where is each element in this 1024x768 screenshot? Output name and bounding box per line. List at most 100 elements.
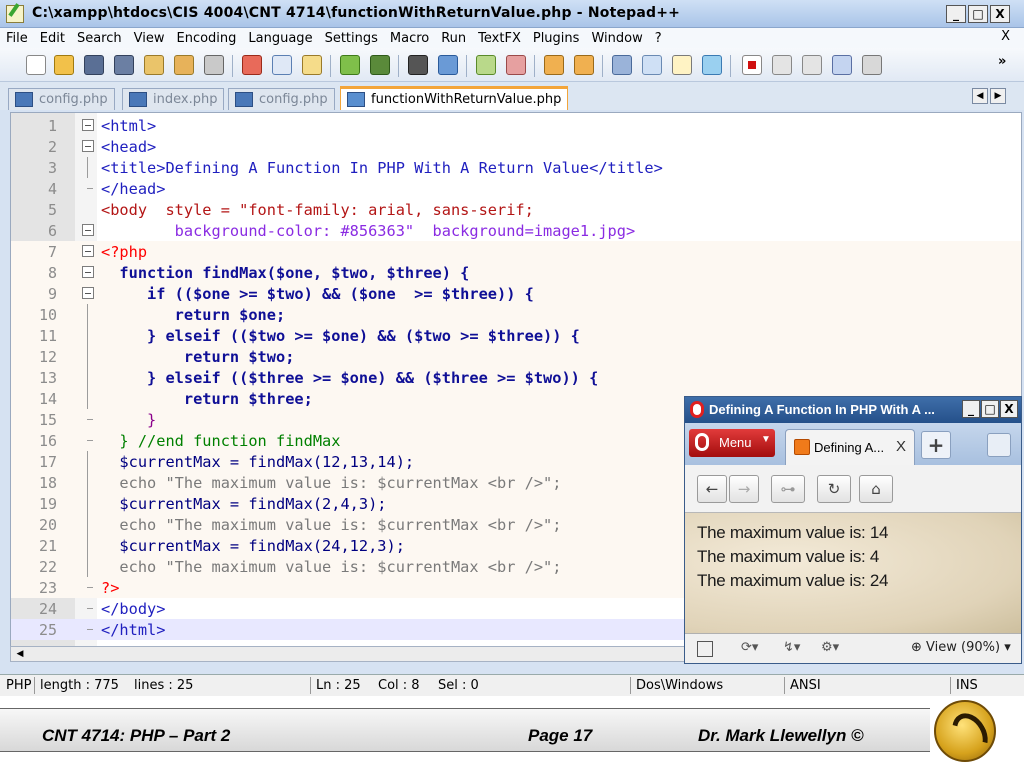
code-segment: <head>: [101, 138, 157, 156]
fold-toggle-icon[interactable]: [82, 224, 94, 236]
code-text: } elseif (($two >= $one) && ($two >= $th…: [101, 327, 580, 345]
indent-guide-icon[interactable]: [672, 55, 692, 75]
browser-navigation-bar: ← → ⊶ ↻ ⌂: [685, 465, 1021, 513]
panel-toggle-icon[interactable]: [697, 641, 713, 657]
browser-close-button[interactable]: X: [1000, 400, 1018, 418]
selection-length: Sel : 0: [438, 678, 479, 693]
menu-encoding[interactable]: Encoding: [176, 31, 236, 46]
line-number: 9: [47, 285, 57, 303]
tab-functionwithreturnvalue-php[interactable]: functionWithReturnValue.php: [340, 86, 569, 110]
fold-toggle-icon[interactable]: [82, 266, 94, 278]
menu-help[interactable]: ?: [655, 31, 662, 46]
browser-tab[interactable]: Defining A... X: [785, 429, 915, 465]
tab-label: functionWithReturnValue.php: [371, 92, 562, 107]
notepadpp-icon: [6, 5, 24, 23]
menu-plugins[interactable]: Plugins: [533, 31, 580, 46]
copy-icon[interactable]: [272, 55, 292, 75]
fold-guide: [87, 472, 88, 493]
code-line: 1 <html>: [11, 115, 1021, 136]
tab-config-php-2[interactable]: config.php: [228, 88, 335, 110]
save-all-icon[interactable]: [114, 55, 134, 75]
close-file-icon[interactable]: [144, 55, 164, 75]
new-file-icon[interactable]: [26, 55, 46, 75]
toolbar-overflow-icon[interactable]: »: [998, 54, 1006, 69]
line-number: 3: [47, 159, 57, 177]
fold-toggle-icon[interactable]: [82, 245, 94, 257]
ucf-pegasus-logo-icon: [934, 700, 996, 762]
sync-vertical-icon[interactable]: [544, 55, 564, 75]
reload-button[interactable]: ↻: [817, 475, 851, 503]
zoom-control[interactable]: ⊕ View (90%) ▾: [911, 640, 1011, 655]
close-document-icon[interactable]: X: [1001, 29, 1010, 44]
code-line: 7 <?php: [11, 241, 1021, 262]
code-segment: </head>: [101, 180, 166, 198]
code-line: 8 function findMax($one, $two, $three) {: [11, 262, 1021, 283]
closed-tabs-trash-icon[interactable]: [987, 433, 1011, 457]
fold-toggle-icon[interactable]: [82, 140, 94, 152]
zoom-out-icon[interactable]: [506, 55, 526, 75]
save-macro-icon[interactable]: [862, 55, 882, 75]
show-all-characters-icon[interactable]: [642, 55, 662, 75]
run-macro-multiple-icon[interactable]: [832, 55, 852, 75]
tab-config-php[interactable]: config.php: [8, 88, 115, 110]
menu-textfx[interactable]: TextFX: [478, 31, 521, 46]
fold-end-marker: [87, 188, 93, 189]
menu-macro[interactable]: Macro: [390, 31, 429, 46]
key-icon[interactable]: ⊶: [771, 475, 805, 503]
turbo-icon[interactable]: ↯▾: [783, 640, 800, 655]
menu-file[interactable]: File: [6, 31, 28, 46]
zoom-in-icon[interactable]: [476, 55, 496, 75]
redo-icon[interactable]: [370, 55, 390, 75]
output-line: The maximum value is: 14: [697, 523, 889, 542]
minimize-button[interactable]: _: [946, 5, 966, 23]
menu-view[interactable]: View: [134, 31, 165, 46]
user-language-icon[interactable]: [702, 55, 722, 75]
settings-icon[interactable]: ⚙▾: [821, 640, 839, 655]
menu-bar: File Edit Search View Encoding Language …: [0, 28, 1024, 48]
fold-end-marker: [87, 629, 93, 630]
close-all-icon[interactable]: [174, 55, 194, 75]
forward-button[interactable]: →: [729, 475, 759, 503]
line-number: 11: [38, 327, 57, 345]
fold-toggle-icon[interactable]: [82, 287, 94, 299]
browser-maximize-button[interactable]: □: [981, 400, 999, 418]
menu-run[interactable]: Run: [441, 31, 466, 46]
paste-icon[interactable]: [302, 55, 322, 75]
sync-icon[interactable]: ⟳▾: [741, 640, 758, 655]
menu-search[interactable]: Search: [77, 31, 122, 46]
menu-language[interactable]: Language: [248, 31, 312, 46]
tab-close-icon[interactable]: X: [896, 438, 906, 455]
word-wrap-icon[interactable]: [612, 55, 632, 75]
code-text: ?>: [101, 579, 119, 597]
menu-window[interactable]: Window: [591, 31, 642, 46]
fold-guide: [87, 346, 88, 367]
cut-icon[interactable]: [242, 55, 262, 75]
home-button[interactable]: ⌂: [859, 475, 893, 503]
undo-icon[interactable]: [340, 55, 360, 75]
close-button[interactable]: X: [990, 5, 1010, 23]
code-line: 11 } elseif (($two >= $one) && ($two >= …: [11, 325, 1021, 346]
tab-scroll-right-icon[interactable]: ▶: [990, 88, 1006, 104]
record-macro-icon[interactable]: [742, 55, 762, 75]
back-button[interactable]: ←: [697, 475, 727, 503]
browser-minimize-button[interactable]: _: [962, 400, 980, 418]
code-line: 12 return $two;: [11, 346, 1021, 367]
stop-macro-icon[interactable]: [772, 55, 792, 75]
maximize-button[interactable]: □: [968, 5, 988, 23]
open-file-icon[interactable]: [54, 55, 74, 75]
find-icon[interactable]: [408, 55, 428, 75]
tab-scroll-left-icon[interactable]: ◀: [972, 88, 988, 104]
scroll-left-icon[interactable]: ◀: [13, 648, 27, 660]
save-icon[interactable]: [84, 55, 104, 75]
sync-horizontal-icon[interactable]: [574, 55, 594, 75]
print-icon[interactable]: [204, 55, 224, 75]
opera-menu-button[interactable]: Menu ▼: [689, 429, 775, 457]
new-tab-button[interactable]: +: [921, 431, 951, 459]
horizontal-scrollbar[interactable]: ◀: [10, 646, 690, 662]
menu-settings[interactable]: Settings: [325, 31, 378, 46]
menu-edit[interactable]: Edit: [40, 31, 65, 46]
replace-icon[interactable]: [438, 55, 458, 75]
fold-toggle-icon[interactable]: [82, 119, 94, 131]
tab-index-php[interactable]: index.php: [122, 88, 225, 110]
play-macro-icon[interactable]: [802, 55, 822, 75]
